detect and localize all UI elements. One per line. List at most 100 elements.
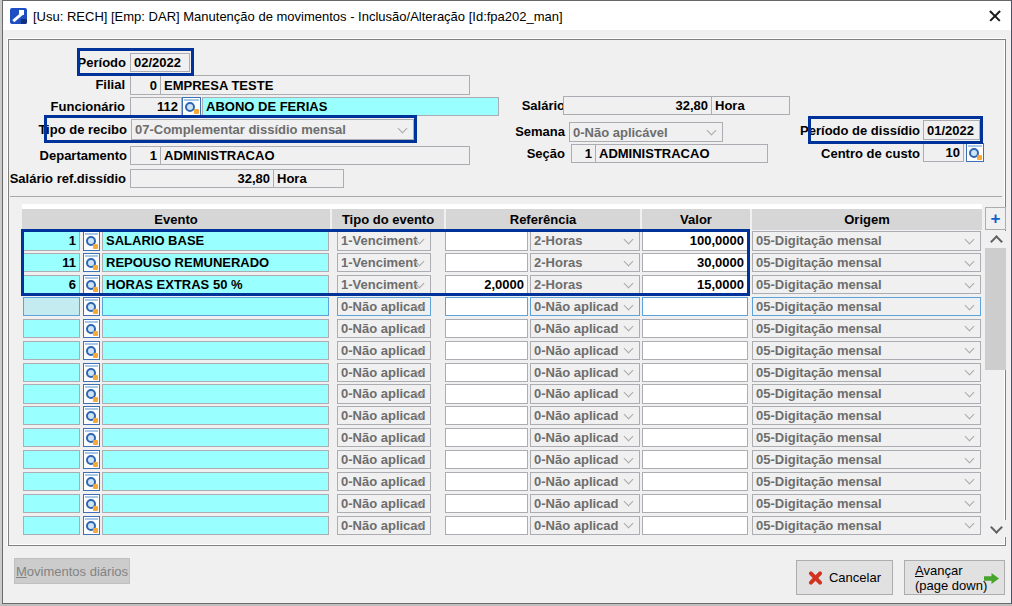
row-12-code-cell[interactable] (23, 472, 80, 491)
row-6-valor-cell[interactable] (642, 341, 748, 360)
row-6-referencia-dropdown[interactable]: 0-Não aplicad (530, 341, 640, 360)
avancar-button[interactable]: Avançar (page down) (904, 560, 1005, 595)
row-4-tipo-dropdown[interactable]: 0-Não aplicad (337, 297, 431, 316)
periodo-field[interactable]: 02/2022 (130, 53, 190, 72)
row-7-code-cell[interactable] (23, 363, 80, 382)
row-11-tipo-dropdown[interactable]: 0-Não aplicad (337, 450, 431, 469)
row-2-search-icon[interactable] (83, 253, 100, 272)
row-9-event-cell[interactable] (102, 406, 329, 425)
row-8-referencia-dropdown[interactable]: 0-Não aplicad (530, 384, 640, 403)
secao-code-field[interactable]: 1 (571, 144, 596, 163)
row-1-tipo-dropdown[interactable]: 1-Venciment (337, 231, 431, 250)
row-12-event-cell[interactable] (102, 472, 329, 491)
row-13-referencia-value-cell[interactable] (445, 494, 528, 513)
row-3-referencia-dropdown[interactable]: 2-Horas (530, 275, 640, 294)
row-5-search-icon[interactable] (83, 319, 100, 338)
departamento-name-field[interactable]: ADMINISTRACAO (160, 146, 470, 165)
grid-header-4[interactable]: Valor (642, 209, 750, 230)
row-2-referencia-value-cell[interactable] (445, 253, 528, 272)
row-13-referencia-dropdown[interactable]: 0-Não aplicad (530, 494, 640, 513)
row-14-referencia-value-cell[interactable] (445, 516, 528, 535)
row-7-event-cell[interactable] (102, 363, 329, 382)
row-1-origem-dropdown[interactable]: 05-Digitação mensal (752, 231, 981, 250)
row-14-event-cell[interactable] (102, 516, 329, 535)
row-14-search-icon[interactable] (83, 516, 100, 535)
row-14-valor-cell[interactable] (642, 516, 748, 535)
scrollbar-thumb[interactable] (985, 248, 1006, 370)
row-3-referencia-value-cell[interactable]: 2,0000 (445, 275, 528, 294)
row-2-referencia-dropdown[interactable]: 2-Horas (530, 253, 640, 272)
row-2-tipo-dropdown[interactable]: 1-Venciment (337, 253, 431, 272)
row-5-origem-dropdown[interactable]: 05-Digitação mensal (752, 319, 981, 338)
row-9-tipo-dropdown[interactable]: 0-Não aplicad (337, 406, 431, 425)
grid-header-5[interactable]: Origem (752, 209, 982, 230)
row-10-search-icon[interactable] (83, 428, 100, 447)
filial-name-field[interactable]: EMPRESA TESTE (160, 75, 470, 95)
row-4-search-icon[interactable] (83, 297, 100, 316)
row-12-tipo-dropdown[interactable]: 0-Não aplicad (337, 472, 431, 491)
row-1-referencia-value-cell[interactable] (445, 231, 528, 250)
salario-ref-dissidio-field[interactable]: 32,80 (130, 169, 274, 188)
centro-custo-field[interactable]: 10 (923, 143, 964, 162)
row-2-event-cell[interactable]: REPOUSO REMUNERADO (102, 253, 329, 272)
row-8-tipo-dropdown[interactable]: 0-Não aplicad (337, 384, 431, 403)
row-13-code-cell[interactable] (23, 494, 80, 513)
movimentos-diarios-button[interactable]: Movimentos diários (14, 558, 130, 584)
semana-dropdown[interactable]: 0-Não aplicável (569, 122, 723, 142)
row-4-referencia-value-cell[interactable] (445, 297, 528, 316)
row-11-code-cell[interactable] (23, 450, 80, 469)
row-3-search-icon[interactable] (83, 275, 100, 294)
row-6-code-cell[interactable] (23, 341, 80, 360)
row-14-origem-dropdown[interactable]: 05-Digitação mensal (752, 516, 981, 535)
row-7-valor-cell[interactable] (642, 363, 748, 382)
add-row-button[interactable]: + (985, 207, 1006, 230)
row-7-origem-dropdown[interactable]: 05-Digitação mensal (752, 363, 981, 382)
row-13-valor-cell[interactable] (642, 494, 748, 513)
row-6-origem-dropdown[interactable]: 05-Digitação mensal (752, 341, 981, 360)
row-10-valor-cell[interactable] (642, 428, 748, 447)
row-4-code-cell[interactable] (23, 297, 80, 316)
row-5-tipo-dropdown[interactable]: 0-Não aplicad (337, 319, 431, 338)
row-14-code-cell[interactable] (23, 516, 80, 535)
row-2-origem-dropdown[interactable]: 05-Digitação mensal (752, 253, 981, 272)
row-2-valor-cell[interactable]: 30,0000 (642, 253, 748, 272)
row-12-origem-dropdown[interactable]: 05-Digitação mensal (752, 472, 981, 491)
row-7-tipo-dropdown[interactable]: 0-Não aplicad (337, 363, 431, 382)
row-5-code-cell[interactable] (23, 319, 80, 338)
close-icon[interactable] (987, 8, 1004, 25)
row-10-tipo-dropdown[interactable]: 0-Não aplicad (337, 428, 431, 447)
row-7-search-icon[interactable] (83, 363, 100, 382)
row-1-event-cell[interactable]: SALARIO BASE (102, 231, 329, 250)
row-5-referencia-value-cell[interactable] (445, 319, 528, 338)
row-1-search-icon[interactable] (83, 231, 100, 250)
row-8-search-icon[interactable] (83, 384, 100, 403)
funcionario-code-field[interactable]: 112 (130, 97, 182, 116)
row-4-origem-dropdown[interactable]: 05-Digitação mensal (752, 297, 981, 316)
row-5-valor-cell[interactable] (642, 319, 748, 338)
row-12-search-icon[interactable] (83, 472, 100, 491)
row-2-code-cell[interactable]: 11 (23, 253, 80, 272)
row-8-origem-dropdown[interactable]: 05-Digitação mensal (752, 384, 981, 403)
row-8-event-cell[interactable] (102, 384, 329, 403)
row-6-search-icon[interactable] (83, 341, 100, 360)
grid-header-2[interactable]: Tipo do evento (332, 209, 444, 230)
grid-header-1[interactable]: Evento (22, 209, 330, 230)
row-11-search-icon[interactable] (83, 450, 100, 469)
scroll-down-button[interactable] (985, 520, 1007, 537)
row-13-tipo-dropdown[interactable]: 0-Não aplicad (337, 494, 431, 513)
salario-field[interactable]: 32,80 (563, 96, 712, 115)
tipo-recibo-dropdown[interactable]: 07-Complementar dissídio mensal (131, 119, 414, 140)
row-1-valor-cell[interactable]: 100,0000 (642, 231, 748, 250)
row-3-code-cell[interactable]: 6 (23, 275, 80, 294)
row-7-referencia-value-cell[interactable] (445, 363, 528, 382)
row-8-referencia-value-cell[interactable] (445, 384, 528, 403)
row-1-code-cell[interactable]: 1 (23, 231, 80, 250)
row-10-referencia-dropdown[interactable]: 0-Não aplicad (530, 428, 640, 447)
row-9-referencia-dropdown[interactable]: 0-Não aplicad (530, 406, 640, 425)
row-6-event-cell[interactable] (102, 341, 329, 360)
scroll-up-button[interactable] (985, 231, 1007, 248)
row-3-valor-cell[interactable]: 15,0000 (642, 275, 748, 294)
row-6-tipo-dropdown[interactable]: 0-Não aplicad (337, 341, 431, 360)
departamento-code-field[interactable]: 1 (130, 146, 161, 165)
row-1-referencia-dropdown[interactable]: 2-Horas (530, 231, 640, 250)
